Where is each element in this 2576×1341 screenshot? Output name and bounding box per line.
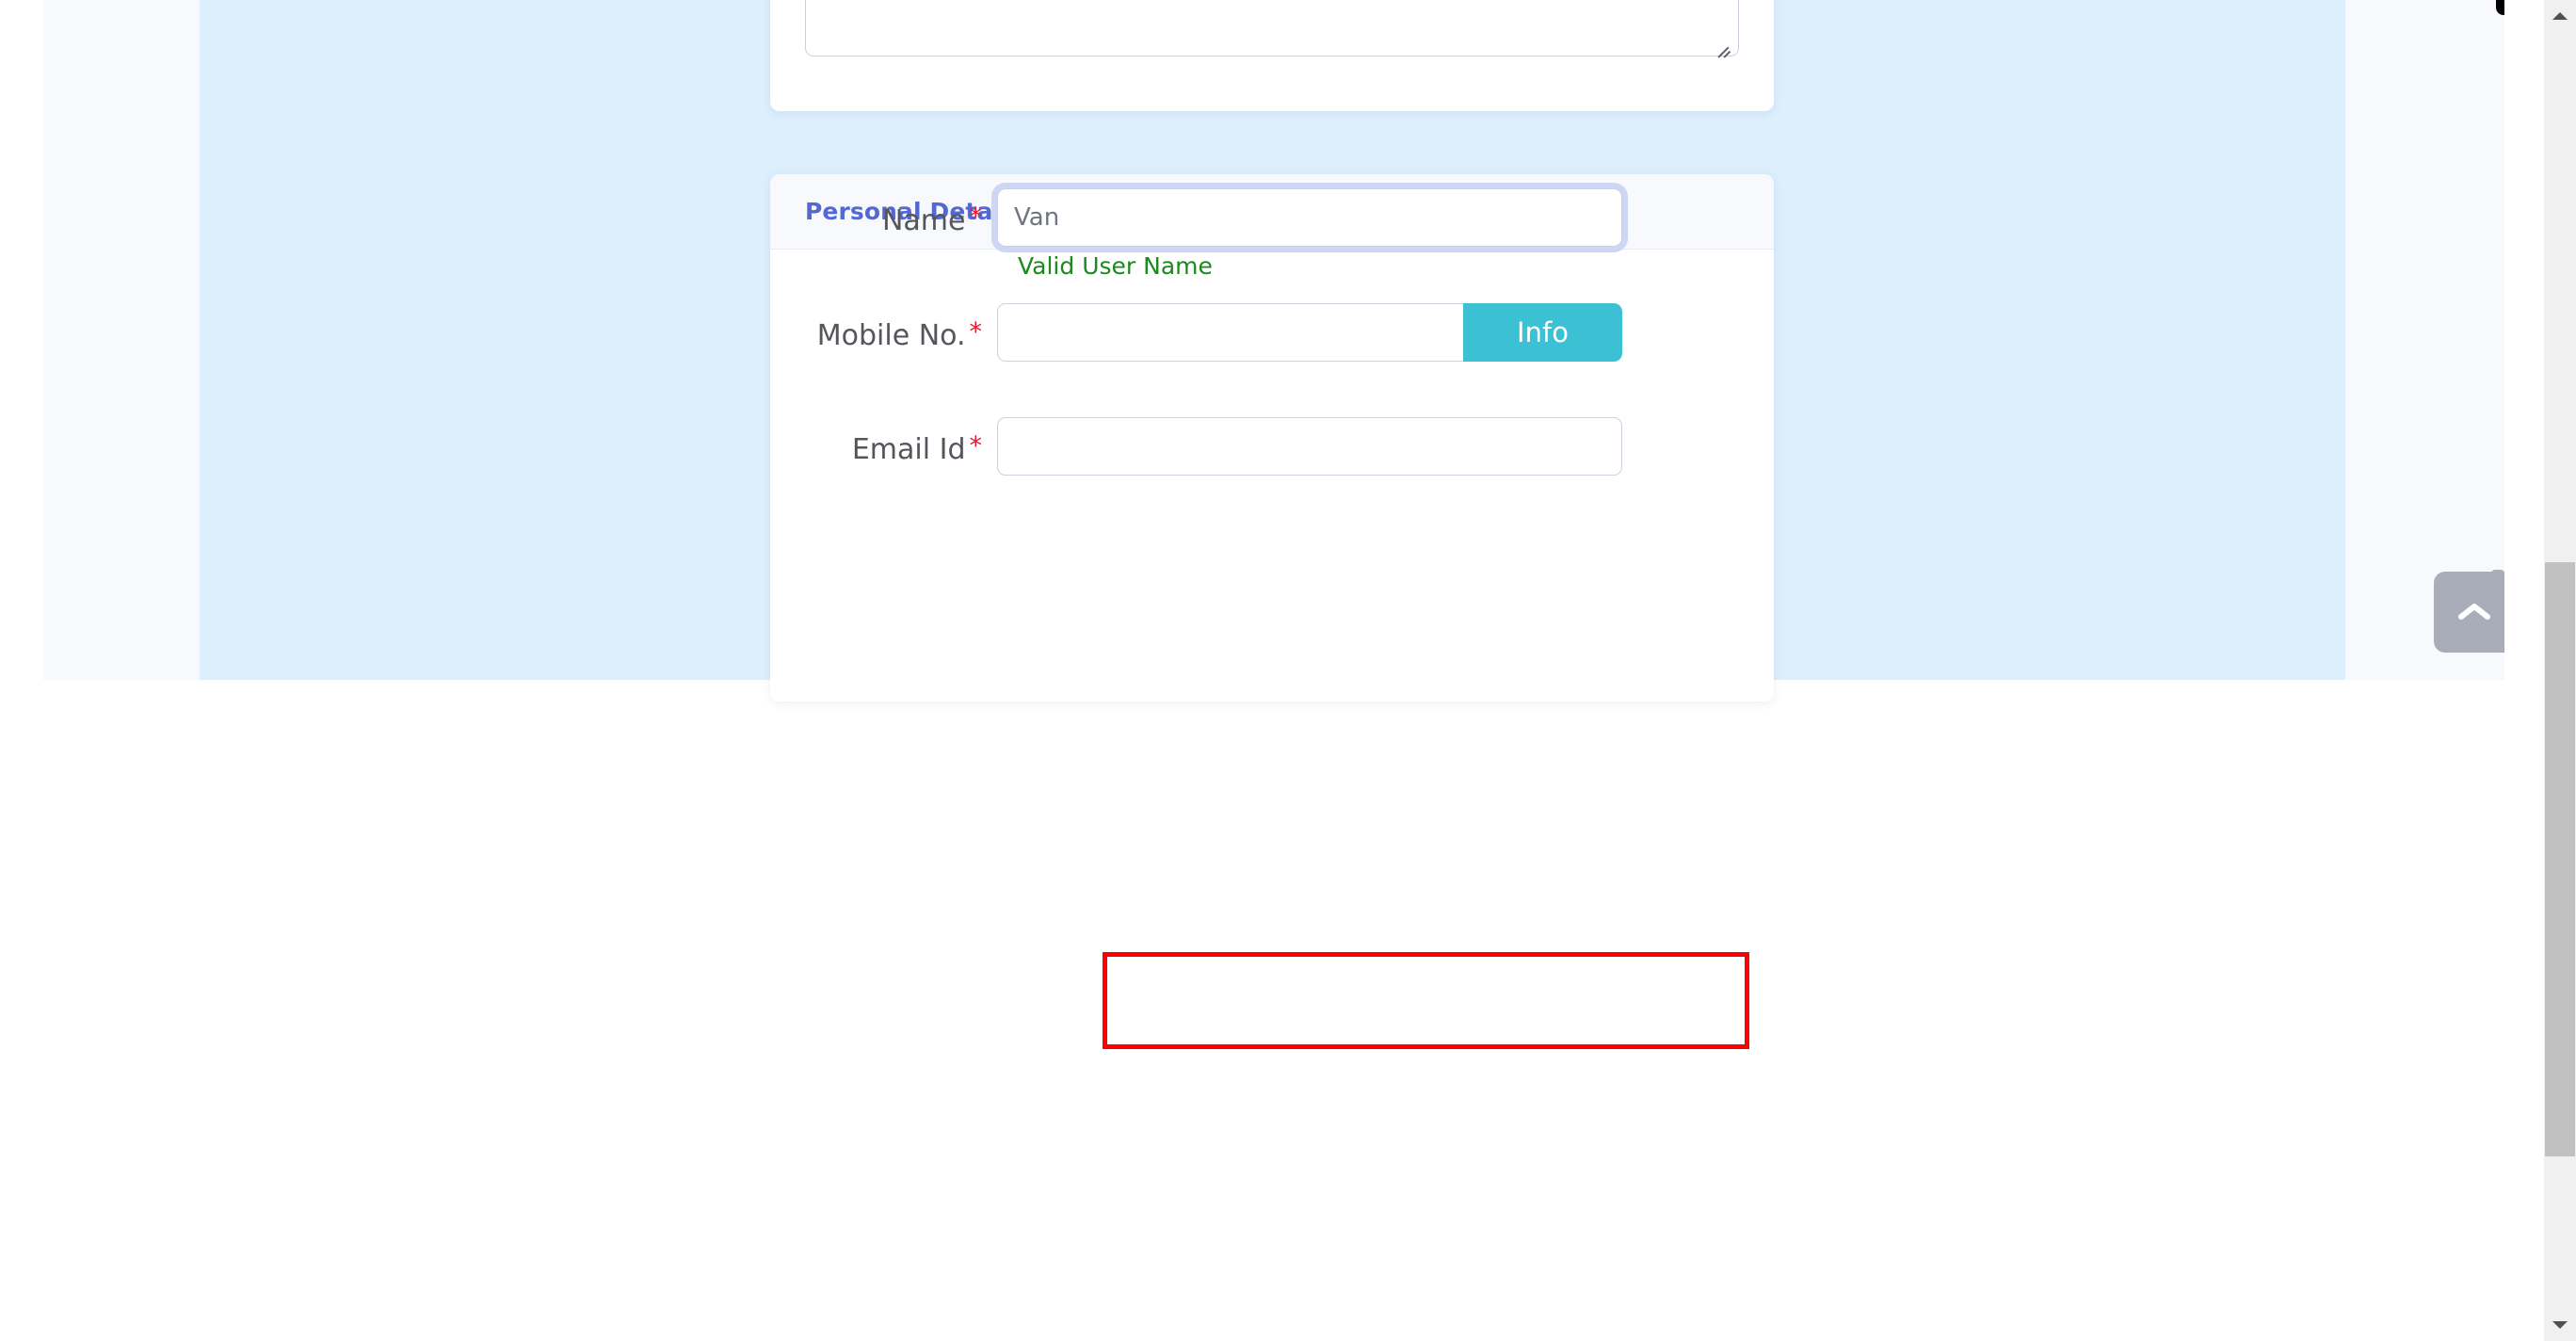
browser-scrollbar-thumb[interactable] — [2545, 562, 2575, 1156]
mobile-input[interactable] — [997, 303, 1463, 362]
name-field-label: Name * — [770, 188, 997, 250]
mobile-label-text: Mobile No. — [816, 319, 966, 352]
email-required-asterisk: * — [969, 431, 983, 460]
page-viewport: Personal Details Name* Valid User Name M… — [0, 0, 2504, 1341]
top-form-card — [770, 0, 1774, 111]
caret-down-icon[interactable] — [2544, 1309, 2576, 1341]
name-input[interactable] — [997, 188, 1622, 247]
email-field-control — [997, 417, 1622, 476]
mobile-input-group: Info — [997, 303, 1622, 362]
form-row-email: Email Id * — [770, 417, 1774, 479]
mobile-field-label: Mobile No. * — [770, 303, 997, 365]
form-row-mobile: Mobile No. * Info — [770, 303, 1774, 365]
browser-scrollbar[interactable] — [2544, 0, 2576, 1341]
name-validation-message: Valid User Name — [1018, 252, 1213, 280]
inner-scrollbar-thumb-top[interactable] — [2496, 0, 2504, 15]
mobile-required-asterisk: * — [969, 317, 983, 347]
email-field-label: Email Id * — [770, 417, 997, 479]
comments-textarea[interactable] — [805, 0, 1739, 57]
info-button[interactable]: Info — [1463, 303, 1622, 362]
personal-details-card: Personal Details Name* Valid User Name M… — [770, 174, 1774, 702]
inner-scrollbar-thumb[interactable] — [2491, 570, 2504, 604]
name-field-control: Valid User Name — [997, 188, 1622, 280]
mobile-field-control: Info — [997, 303, 1622, 362]
caret-up-icon[interactable] — [2544, 0, 2576, 32]
name-required-asterisk: * — [969, 202, 983, 232]
annotation-highlight-rectangle — [1103, 952, 1749, 1049]
chevron-up-icon — [2458, 602, 2490, 622]
form-row-name: Name* Valid User Name — [770, 188, 1774, 280]
name-label-text: Name — [881, 204, 966, 237]
email-input[interactable] — [997, 417, 1622, 476]
email-label-text: Email Id — [851, 433, 966, 466]
browser-scrollbar-gutter — [2536, 0, 2544, 1341]
